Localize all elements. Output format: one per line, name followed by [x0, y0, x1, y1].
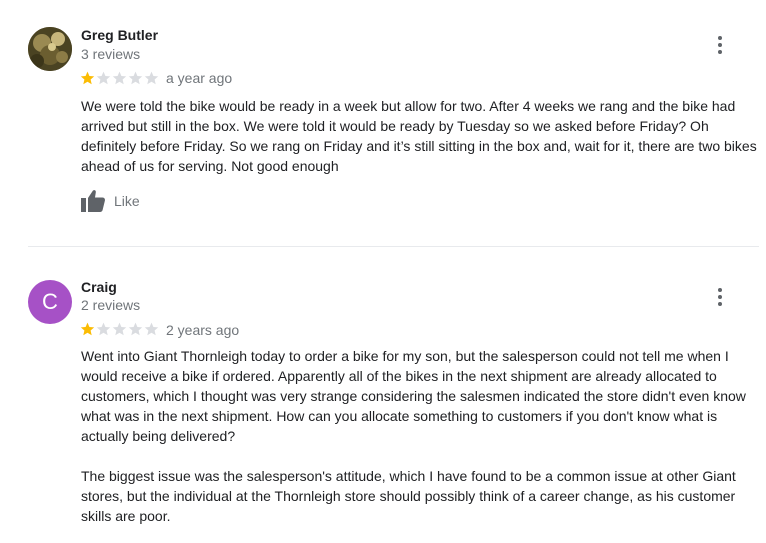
reviewer-name[interactable]: Greg Butler — [81, 27, 158, 43]
more-options-button[interactable] — [710, 33, 730, 57]
like-label: Like — [114, 193, 140, 209]
review-paragraph: The biggest issue was the salesperson's … — [81, 468, 736, 524]
review-text: Went into Giant Thornleigh today to orde… — [81, 346, 761, 526]
reviewer-review-count[interactable]: 2 reviews — [81, 297, 140, 313]
star-empty-icon — [112, 322, 127, 336]
more-vert-icon — [718, 288, 722, 292]
star-empty-icon — [128, 71, 143, 85]
more-vert-icon — [718, 36, 722, 40]
avatar[interactable]: C — [28, 280, 72, 324]
star-empty-icon — [112, 71, 127, 85]
star-empty-icon — [144, 322, 159, 336]
review-time: a year ago — [166, 70, 233, 86]
more-options-button[interactable] — [710, 285, 730, 309]
star-filled-icon — [80, 322, 95, 336]
star-rating — [80, 71, 159, 85]
reviewer-name[interactable]: Craig — [81, 279, 117, 295]
like-button[interactable]: Like — [80, 189, 140, 213]
avatar-photo-image — [28, 27, 72, 71]
star-empty-icon — [96, 71, 111, 85]
review-paragraph: We were told the bike would be ready in … — [81, 98, 757, 174]
star-filled-icon — [80, 71, 95, 85]
star-empty-icon — [144, 71, 159, 85]
thumbs-up-icon — [81, 190, 105, 212]
review-divider — [28, 246, 759, 247]
star-empty-icon — [96, 322, 111, 336]
star-empty-icon — [128, 322, 143, 336]
reviewer-review-count[interactable]: 3 reviews — [81, 46, 140, 62]
avatar[interactable] — [28, 27, 72, 71]
star-rating — [80, 322, 159, 336]
review-time: 2 years ago — [166, 322, 240, 338]
review-paragraph: Went into Giant Thornleigh today to orde… — [81, 348, 746, 444]
review-text: We were told the bike would be ready in … — [81, 96, 761, 176]
